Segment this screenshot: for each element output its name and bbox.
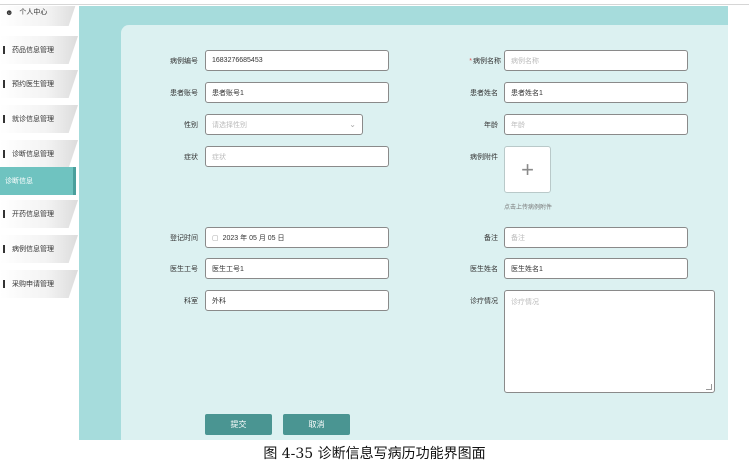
figure-caption: 图 4-35 诊断信息写病历功能界图面 [263,446,486,462]
patient-account-label: 患者账号 [170,90,198,97]
app-screen: ☻ 个人中心 药品信息管理 预约医生管理 就诊信息管理 诊断信息管理 诊断信息 … [0,6,728,440]
department-value: 外科 [212,297,226,305]
patient-name-label: 患者姓名 [470,90,498,97]
sidebar-item-case-info[interactable]: 病例信息管理 [0,235,78,263]
case-name-label: *病例名称 [441,56,501,66]
doctor-name-input[interactable]: 医生姓名1 [504,258,688,279]
cancel-button[interactable]: 取消 [283,414,350,435]
sidebar-item-label: 诊断信息 [5,178,33,185]
sidebar-item-label: 药品信息管理 [12,47,54,54]
sidebar-item-label: 个人中心 [19,9,48,16]
reg-time-input[interactable]: ▢ 2023 年 05 月 05 日 [205,227,389,248]
menu-marker-icon [3,245,5,253]
plus-icon: + [521,156,534,182]
sidebar-item-label: 预约医生管理 [12,81,54,88]
menu-marker-icon [3,150,5,158]
patient-name-value: 患者姓名1 [511,89,543,97]
menu-marker-icon [3,280,5,288]
sidebar-item-diagnosis-mgmt[interactable]: 诊断信息管理 [0,140,78,168]
case-no-input[interactable]: 1683276685453 [205,50,389,71]
sidebar-item-label: 病例信息管理 [12,246,54,253]
diagnosis-label: 诊疗情况 [470,298,498,305]
remark-input[interactable]: 备注 [504,227,688,248]
sidebar-item-label: 开药信息管理 [12,211,54,218]
menu-marker-icon [3,80,5,88]
sidebar-item-label: 诊断信息管理 [12,151,54,158]
sidebar-item-label: 采购申请管理 [12,281,54,288]
resize-handle-icon[interactable] [706,384,712,390]
department-input[interactable]: 外科 [205,290,389,311]
sidebar: ☻ 个人中心 药品信息管理 预约医生管理 就诊信息管理 诊断信息管理 诊断信息 … [0,6,79,440]
age-label: 年龄 [484,122,498,129]
patient-account-input[interactable]: 患者账号1 [205,82,389,103]
case-no-value: 1683276685453 [212,57,263,64]
doctor-name-value: 医生姓名1 [511,265,543,273]
doctor-no-value: 医生工号1 [212,265,244,273]
chevron-down-icon: ⌄ [349,120,356,129]
symptom-placeholder: 症状 [212,153,226,161]
attachment-label: 病例附件 [470,154,498,161]
sidebar-item-prescription[interactable]: 开药信息管理 [0,200,78,228]
top-border [0,0,749,5]
doctor-name-label: 医生姓名 [470,266,498,273]
reg-time-value: 2023 年 05 月 05 日 [222,234,285,242]
symptom-input[interactable]: 症状 [205,146,389,167]
remark-placeholder: 备注 [511,234,525,242]
form-card: 病例编号 1683276685453 *病例名称 病例名称 患者账号 患者账号1… [121,25,728,440]
gender-select[interactable]: 请选择性别 ⌄ [205,114,363,135]
doctor-no-label: 医生工号 [170,266,198,273]
patient-account-value: 患者账号1 [212,89,244,97]
symptom-label: 症状 [184,154,198,161]
attachment-upload-button[interactable]: + [504,146,551,193]
sidebar-item-label: 就诊信息管理 [12,116,54,123]
age-input[interactable]: 年龄 [504,114,688,135]
age-placeholder: 年龄 [511,121,525,129]
sidebar-item-purchase[interactable]: 采购申请管理 [0,270,78,298]
case-name-label-text: 病例名称 [473,58,501,65]
gender-placeholder: 请选择性别 [212,121,247,129]
sidebar-item-diagnosis-info[interactable]: 诊断信息 [0,167,76,195]
sidebar-item-visit-info[interactable]: 就诊信息管理 [0,105,78,133]
attachment-hint: 点击上传病例附件 [504,205,553,211]
submit-button[interactable]: 提交 [205,414,272,435]
gender-label: 性别 [184,122,198,129]
case-no-label: 病例编号 [170,58,198,65]
sidebar-item-appointment[interactable]: 预约医生管理 [0,70,78,98]
reg-time-label: 登记时间 [170,235,198,242]
person-icon: ☻ [5,7,14,17]
required-mark: * [469,58,472,65]
menu-marker-icon [3,115,5,123]
diagnosis-textarea[interactable]: 诊疗情况 [504,290,715,393]
doctor-no-input[interactable]: 医生工号1 [205,258,389,279]
remark-label: 备注 [484,235,498,242]
sidebar-item-profile[interactable]: ☻ 个人中心 [0,6,78,26]
case-name-input[interactable]: 病例名称 [504,50,688,71]
case-name-placeholder: 病例名称 [511,57,539,65]
calendar-icon: ▢ [212,234,219,242]
sidebar-item-drug-info[interactable]: 药品信息管理 [0,36,78,64]
diagnosis-placeholder: 诊疗情况 [511,299,539,306]
department-label: 科室 [184,298,198,305]
menu-marker-icon [3,46,5,54]
patient-name-input[interactable]: 患者姓名1 [504,82,688,103]
menu-marker-icon [3,210,5,218]
